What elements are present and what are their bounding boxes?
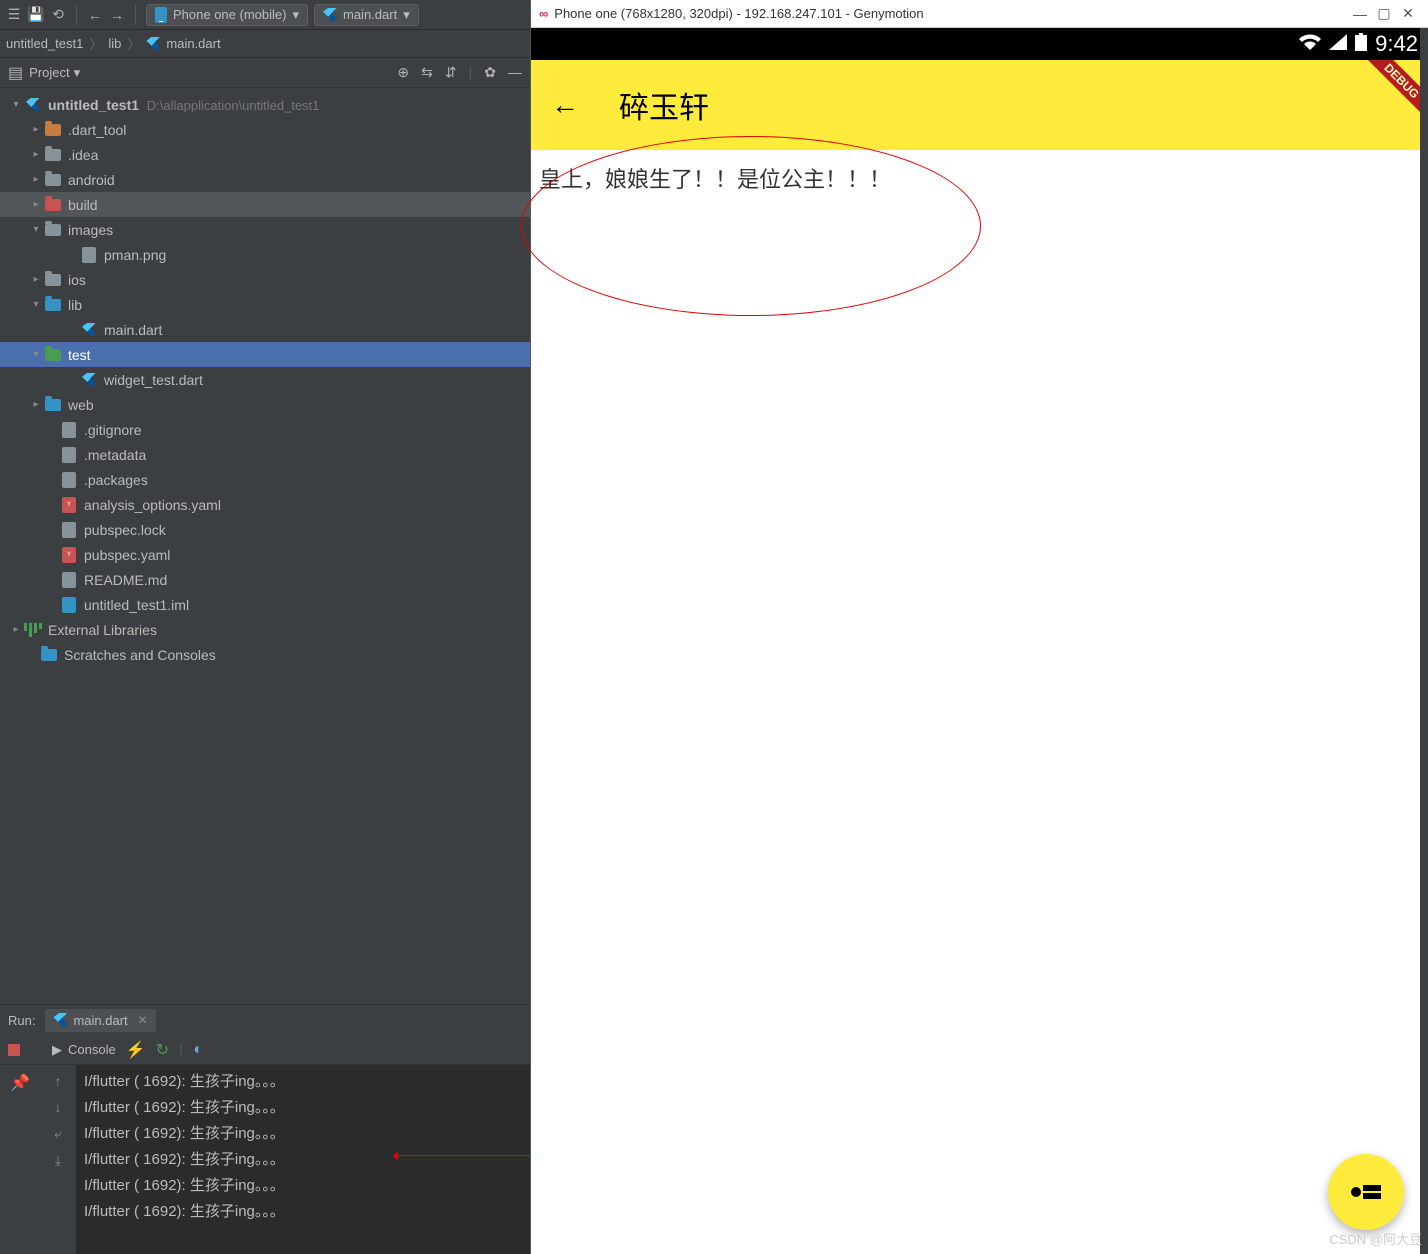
tree-external-libraries[interactable]: External Libraries bbox=[0, 617, 530, 642]
back-arrow-icon[interactable]: ← bbox=[551, 89, 579, 121]
tree-packages[interactable]: .packages bbox=[0, 467, 530, 492]
project-icon: ▤ bbox=[8, 63, 23, 83]
device-dropdown-label: Phone one (mobile) bbox=[173, 7, 286, 22]
console-icon: ▶ bbox=[52, 1042, 62, 1058]
hamburger-icon[interactable]: ☰ bbox=[6, 7, 22, 23]
project-panel-header: ▤ Project ▾ ⊕ ⇆ ⇵ | ✿ — bbox=[0, 58, 530, 88]
back-icon[interactable]: ← bbox=[87, 7, 103, 23]
app-title: 碎玉轩 bbox=[619, 83, 709, 127]
app-body-text: 皇上，娘娘生了！！是位公主！！！ bbox=[531, 150, 1428, 206]
breadcrumb-project[interactable]: untitled_test1 bbox=[6, 36, 83, 51]
bed-icon bbox=[1351, 1185, 1381, 1199]
run-gutter-icons: ↑ ↓ ⤶ ⤓ bbox=[40, 1065, 76, 1254]
sync-icon[interactable]: ⟲ bbox=[50, 7, 66, 23]
chevron-down-icon[interactable]: ▾ bbox=[74, 65, 81, 81]
maximize-icon[interactable]: ▢ bbox=[1372, 5, 1396, 22]
down-icon[interactable]: ↓ bbox=[55, 1099, 62, 1115]
divider: | bbox=[469, 64, 473, 81]
project-panel-title[interactable]: Project bbox=[29, 65, 69, 80]
watermark: CSDN @阿大豆 bbox=[1329, 1229, 1422, 1248]
flutter-icon bbox=[53, 1013, 67, 1027]
tree-scratches[interactable]: Scratches and Consoles bbox=[0, 642, 530, 667]
wifi-icon bbox=[1299, 34, 1321, 55]
close-icon[interactable]: ✕ bbox=[1396, 5, 1420, 22]
tree-main-dart[interactable]: main.dart bbox=[0, 317, 530, 342]
stop-icon[interactable] bbox=[8, 1044, 20, 1056]
hot-reload-icon[interactable]: ⚡ bbox=[126, 1040, 146, 1060]
settings-icon[interactable]: ✿ bbox=[484, 64, 496, 81]
save-icon[interactable]: 💾 bbox=[28, 7, 44, 23]
tree-web[interactable]: web bbox=[0, 392, 530, 417]
flutter-icon bbox=[146, 37, 160, 51]
emulator-window-title: Phone one (768x1280, 320dpi) - 192.168.2… bbox=[554, 6, 1348, 21]
signal-icon bbox=[1329, 34, 1347, 55]
tree-dart-tool[interactable]: .dart_tool bbox=[0, 117, 530, 142]
tree-android[interactable]: android bbox=[0, 167, 530, 192]
fab-button[interactable] bbox=[1328, 1154, 1404, 1230]
tree-pman[interactable]: pman.png bbox=[0, 242, 530, 267]
wrap-icon[interactable]: ⤶ bbox=[54, 1125, 62, 1142]
console-tab[interactable]: ▶Console bbox=[52, 1042, 116, 1058]
tree-iml[interactable]: untitled_test1.iml bbox=[0, 592, 530, 617]
status-time: 9:42 bbox=[1375, 31, 1418, 57]
tree-pubspec-lock[interactable]: pubspec.lock bbox=[0, 517, 530, 542]
device-dropdown[interactable]: Phone one (mobile) ▾ bbox=[146, 4, 308, 26]
collapse-icon[interactable]: ⇵ bbox=[445, 64, 457, 81]
phone-icon bbox=[155, 7, 167, 23]
expand-icon[interactable]: ⇆ bbox=[421, 64, 433, 81]
devtools-icon[interactable]: ◐ bbox=[193, 1041, 203, 1059]
tree-ios[interactable]: ios bbox=[0, 267, 530, 292]
tree-test[interactable]: test bbox=[0, 342, 530, 367]
console-output[interactable]: I/flutter ( 1692): 生孩子ing。。。 I/flutter (… bbox=[76, 1065, 530, 1254]
debug-banner: DEBUG bbox=[1358, 60, 1428, 130]
hot-restart-icon[interactable]: ↻ bbox=[156, 1040, 169, 1060]
run-config-label: main.dart bbox=[343, 7, 397, 22]
run-config-dropdown[interactable]: main.dart ▾ bbox=[314, 4, 419, 26]
battery-icon bbox=[1355, 33, 1367, 56]
pin-icon[interactable]: 📌 bbox=[10, 1073, 30, 1093]
tree-lib[interactable]: lib bbox=[0, 292, 530, 317]
run-gutter-left: 📌 bbox=[0, 1065, 40, 1254]
locate-icon[interactable]: ⊕ bbox=[397, 64, 409, 81]
breadcrumb: untitled_test1 〉 lib 〉 main.dart bbox=[0, 30, 530, 58]
tree-metadata[interactable]: .metadata bbox=[0, 442, 530, 467]
tree-build[interactable]: build bbox=[0, 192, 530, 217]
forward-icon[interactable]: → bbox=[109, 7, 125, 23]
tree-root[interactable]: untitled_test1 D:\allapplication\untitle… bbox=[0, 92, 530, 117]
close-icon[interactable]: ✕ bbox=[138, 1013, 148, 1027]
breadcrumb-folder[interactable]: lib bbox=[108, 36, 121, 51]
tree-analysis[interactable]: Yanalysis_options.yaml bbox=[0, 492, 530, 517]
hide-icon[interactable]: — bbox=[508, 64, 522, 81]
minimize-icon[interactable]: — bbox=[1348, 6, 1372, 22]
tree-idea[interactable]: .idea bbox=[0, 142, 530, 167]
tree-pubspec-yaml[interactable]: Ypubspec.yaml bbox=[0, 542, 530, 567]
phone-status-bar: 9:42 bbox=[531, 28, 1428, 60]
chevron-down-icon: ▾ bbox=[292, 7, 299, 23]
emulator-side-toolbar[interactable] bbox=[1420, 28, 1428, 1254]
breadcrumb-file[interactable]: main.dart bbox=[166, 36, 220, 51]
genymotion-icon: ∞ bbox=[539, 6, 548, 21]
tree-widget-test[interactable]: widget_test.dart bbox=[0, 367, 530, 392]
tree-readme[interactable]: README.md bbox=[0, 567, 530, 592]
app-bar: ← 碎玉轩 DEBUG bbox=[531, 60, 1428, 150]
tree-images[interactable]: images bbox=[0, 217, 530, 242]
tree-gitignore[interactable]: .gitignore bbox=[0, 417, 530, 442]
ide-toolbar: ☰ 💾 ⟲ ← → Phone one (mobile) ▾ main.dart… bbox=[0, 0, 530, 30]
chevron-down-icon: ▾ bbox=[403, 7, 410, 23]
scroll-icon[interactable]: ⤓ bbox=[55, 1152, 61, 1169]
project-tree: untitled_test1 D:\allapplication\untitle… bbox=[0, 88, 530, 1004]
flutter-icon bbox=[323, 8, 337, 22]
emulator-titlebar: ∞ Phone one (768x1280, 320dpi) - 192.168… bbox=[531, 0, 1428, 28]
run-panel: Run: main.dart ✕ ▶Console ⚡ ↻ | ◐ 📌 bbox=[0, 1004, 530, 1254]
run-tab-label[interactable]: main.dart bbox=[73, 1013, 127, 1028]
run-label: Run: bbox=[8, 1013, 35, 1028]
up-icon[interactable]: ↑ bbox=[55, 1073, 62, 1089]
